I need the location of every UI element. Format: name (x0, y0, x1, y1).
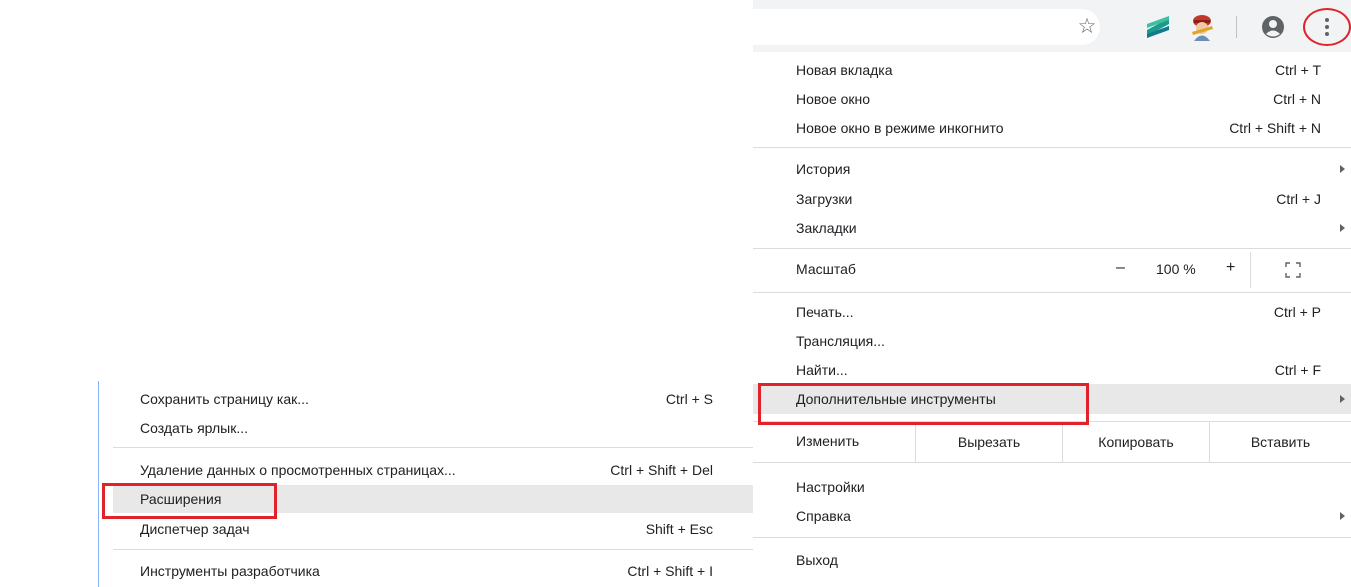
profile-icon[interactable] (1260, 14, 1286, 40)
menu-item-cast[interactable]: Трансляция... (753, 327, 1351, 355)
zoom-value: 100 % (1156, 261, 1196, 277)
menu-item-new-tab[interactable]: Новая вкладка Ctrl + T (753, 56, 1351, 84)
zoom-row: Масштаб – 100 % + (753, 252, 1351, 288)
edit-row: Изменить Вырезать Копировать Вставить (753, 422, 1351, 462)
menu-item-shortcut: Ctrl + Shift + Del (610, 462, 713, 478)
menu-item-label: Найти... (796, 362, 848, 378)
menu-item-label: Диспетчер задач (140, 521, 250, 537)
extension-icon[interactable] (1145, 14, 1171, 40)
menu-item-label: Дополнительные инструменты (796, 391, 996, 407)
menu-separator (753, 248, 1351, 249)
menu-item-bookmarks[interactable]: Закладки (753, 214, 1351, 242)
menu-item-shortcut: Ctrl + F (1274, 362, 1321, 378)
menu-item-label: Инструменты разработчика (140, 563, 320, 579)
menu-item-label: История (796, 161, 851, 177)
browser-toolbar: ☆ (753, 0, 1351, 52)
zoom-divider (1250, 252, 1251, 288)
menu-item-settings[interactable]: Настройки (753, 473, 1351, 501)
zoom-in-button[interactable]: + (1226, 259, 1235, 277)
menu-item-history[interactable]: История (753, 155, 1351, 183)
menu-item-shortcut: Ctrl + Shift + N (1229, 120, 1321, 136)
menu-item-shortcut: Ctrl + S (665, 391, 713, 407)
menu-item-label: Создать ярлык... (140, 420, 249, 436)
menu-item-save-page[interactable]: Сохранить страницу как... Ctrl + S (113, 385, 753, 413)
cut-button[interactable]: Вырезать (915, 422, 1062, 462)
menu-item-label: Настройки (796, 479, 865, 495)
menu-item-more-tools[interactable]: Дополнительные инструменты (753, 384, 1351, 414)
menu-item-new-window[interactable]: Новое окно Ctrl + N (753, 85, 1351, 113)
menu-separator (753, 462, 1351, 463)
menu-item-shortcut: Ctrl + J (1276, 191, 1321, 207)
menu-item-shortcut: Ctrl + Shift + I (627, 563, 713, 579)
menu-item-label: Расширения (140, 491, 222, 507)
address-bar[interactable] (753, 9, 1100, 45)
menu-item-incognito[interactable]: Новое окно в режиме инкогнито Ctrl + Shi… (753, 114, 1351, 142)
submenu-arrow-icon (1340, 224, 1345, 232)
menu-item-extensions[interactable]: Расширения (113, 485, 753, 513)
menu-item-label: Новое окно (796, 91, 871, 107)
zoom-label: Масштаб (796, 261, 856, 277)
edit-label: Изменить (796, 433, 860, 449)
menu-item-label: Сохранить страницу как... (140, 391, 309, 407)
page-edge-line (98, 381, 99, 587)
menu-item-clear-data[interactable]: Удаление данных о просмотренных страница… (113, 456, 753, 484)
menu-item-shortcut: Ctrl + N (1273, 91, 1321, 107)
menu-item-label: Удаление данных о просмотренных страница… (140, 462, 456, 478)
menu-separator (113, 447, 753, 448)
menu-separator (753, 147, 1351, 148)
bookmark-star-icon[interactable]: ☆ (1075, 15, 1099, 39)
menu-item-label: Загрузки (796, 191, 853, 207)
menu-item-label: Выход (796, 552, 838, 568)
copy-button[interactable]: Копировать (1062, 422, 1209, 462)
submenu-arrow-icon (1340, 395, 1345, 403)
menu-item-downloads[interactable]: Загрузки Ctrl + J (753, 185, 1351, 213)
menu-item-label: Печать... (796, 304, 854, 320)
submenu-arrow-icon (1340, 512, 1345, 520)
menu-item-help[interactable]: Справка (753, 502, 1351, 530)
zoom-out-button[interactable]: – (1116, 259, 1125, 277)
menu-item-shortcut: Ctrl + P (1273, 304, 1321, 320)
more-vert-icon[interactable] (1303, 8, 1351, 46)
fullscreen-icon[interactable] (1285, 262, 1301, 278)
menu-item-find[interactable]: Найти... Ctrl + F (753, 356, 1351, 384)
menu-item-shortcut: Shift + Esc (645, 521, 713, 537)
menu-item-label: Справка (796, 508, 851, 524)
menu-separator (753, 292, 1351, 293)
menu-item-create-shortcut[interactable]: Создать ярлык... (113, 414, 753, 442)
more-tools-submenu: Сохранить страницу как... Ctrl + S Созда… (113, 381, 753, 587)
menu-item-shortcut: Ctrl + T (1274, 62, 1321, 78)
toolbar-divider (1236, 16, 1237, 38)
menu-item-task-manager[interactable]: Диспетчер задач Shift + Esc (113, 515, 753, 543)
menu-separator (113, 549, 753, 550)
menu-item-exit[interactable]: Выход (753, 546, 1351, 574)
extension-icon[interactable] (1188, 12, 1216, 42)
paste-button[interactable]: Вставить (1209, 422, 1351, 462)
submenu-arrow-icon (1340, 165, 1345, 173)
menu-item-print[interactable]: Печать... Ctrl + P (753, 298, 1351, 326)
menu-separator (753, 537, 1351, 538)
menu-item-label: Новое окно в режиме инкогнито (796, 120, 1004, 136)
chrome-main-menu: Новая вкладка Ctrl + T Новое окно Ctrl +… (753, 52, 1351, 587)
menu-item-label: Трансляция... (796, 333, 885, 349)
menu-item-dev-tools[interactable]: Инструменты разработчика Ctrl + Shift + … (113, 557, 753, 585)
menu-item-label: Новая вкладка (796, 62, 893, 78)
menu-item-label: Закладки (796, 220, 857, 236)
